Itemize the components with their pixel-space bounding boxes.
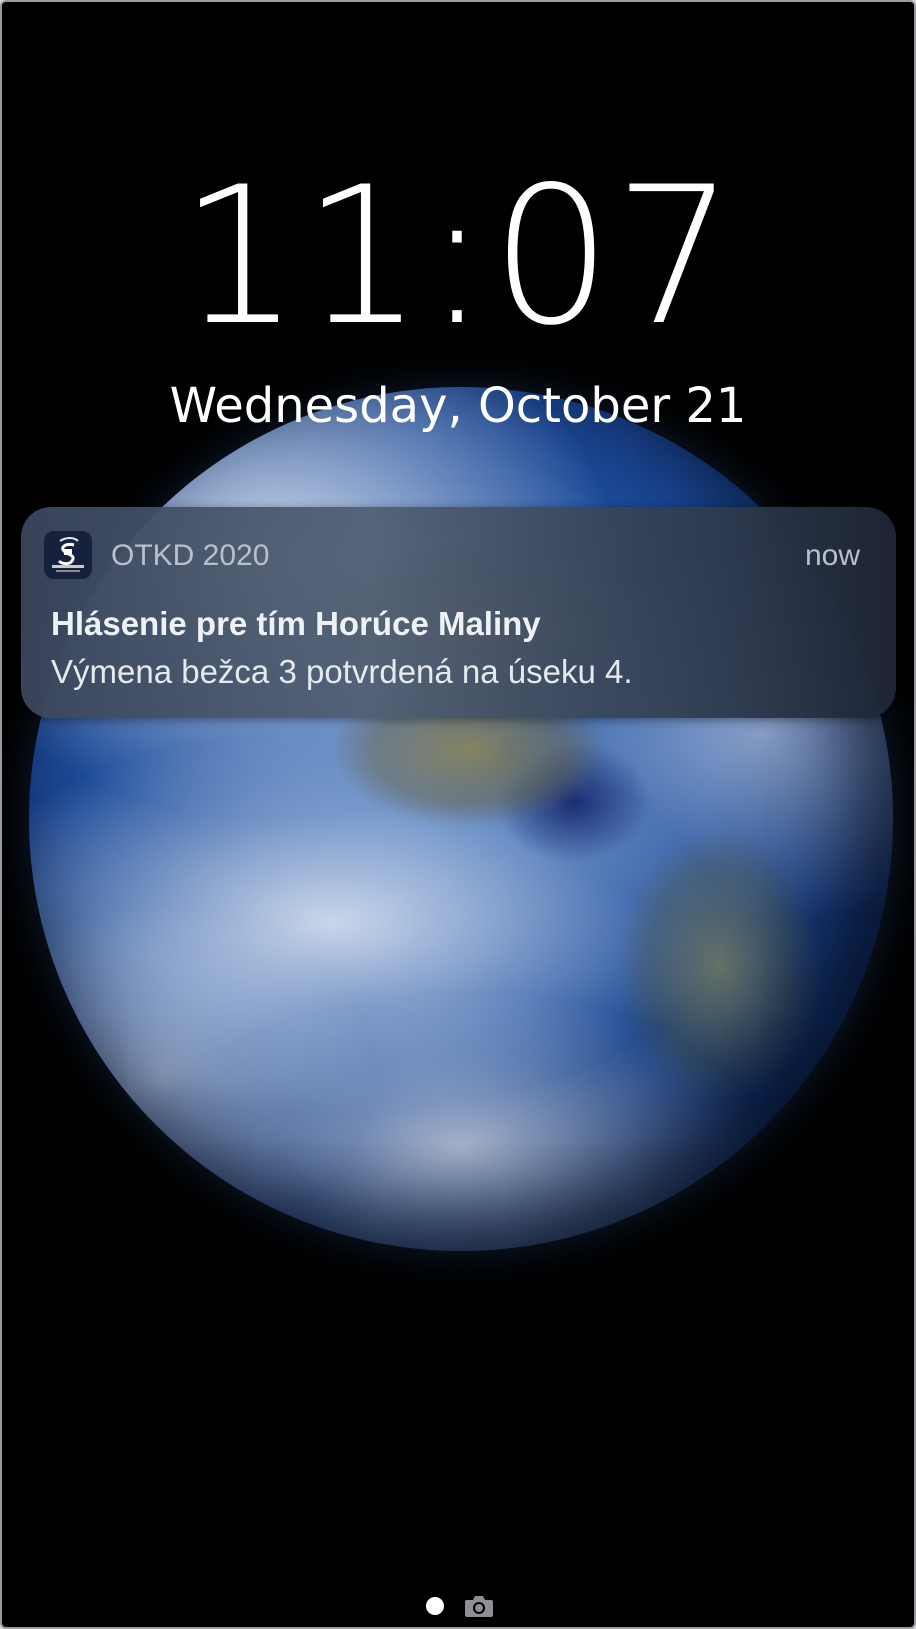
lock-screen: 11:07 Wednesday, October 21 OTKD 2020 no… <box>0 0 916 1629</box>
notification-card[interactable]: OTKD 2020 now Hlásenie pre tím Horúce Ma… <box>21 507 896 718</box>
camera-icon[interactable] <box>464 1593 494 1619</box>
notification-timestamp: now <box>804 539 860 572</box>
page-indicator <box>2 1593 914 1621</box>
lock-date: Wednesday, October 21 <box>169 378 747 434</box>
notification-title: Hlásenie pre tím Horúce Maliny <box>51 605 541 642</box>
page-dot-icon[interactable] <box>426 1597 444 1615</box>
lock-clock: 11:07 <box>179 146 737 367</box>
notification-body: Výmena bežca 3 potvrdená na úseku 4. <box>51 653 633 690</box>
otkd-app-icon <box>44 531 92 579</box>
notification-app-name: OTKD 2020 <box>111 539 270 572</box>
